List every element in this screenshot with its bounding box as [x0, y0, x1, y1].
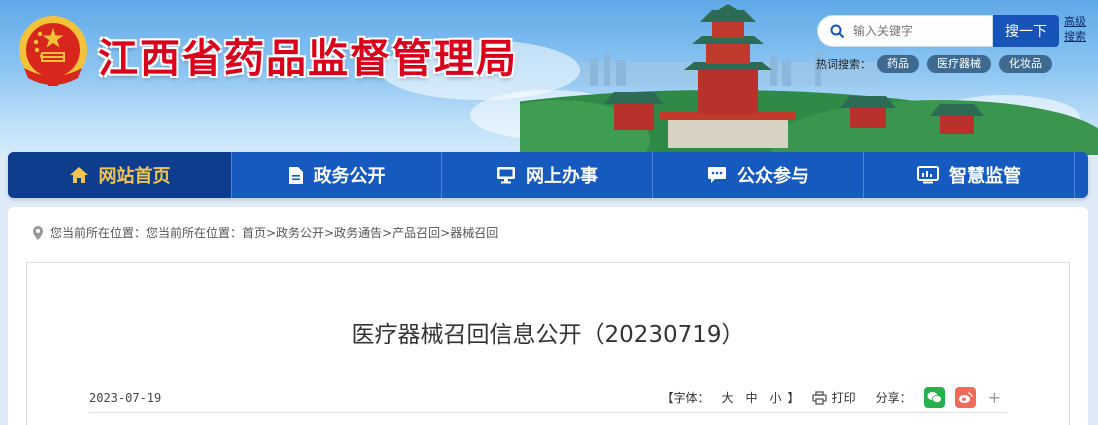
home-icon [69, 167, 88, 183]
publish-date: 2023-07-19 [89, 390, 162, 405]
nav-item-home[interactable]: 网站首页 [8, 152, 232, 198]
font-size-medium-button[interactable]: 中 [746, 389, 758, 406]
article-title: 医疗器械召回信息公开（20230719） [351, 322, 745, 348]
share-label: 分享： [875, 391, 912, 405]
hot-words: 热词搜索： 药品 医疗器械 化妆品 [816, 55, 1060, 73]
location-pin-icon [33, 225, 43, 240]
article-container: 医疗器械召回信息公开（20230719） 2023-07-19 【字体： 大 中… [26, 262, 1070, 425]
font-size-end: 】 [787, 391, 800, 405]
nav-item-label: 政务公开 [313, 166, 386, 187]
hot-word-medical-devices[interactable]: 医疗器械 [927, 55, 991, 73]
nav-item-label: 智慧监管 [949, 166, 1021, 187]
print-label: 打印 [831, 391, 856, 405]
article-tools: 【字体： 大 中 小 】 打印 分享： + [661, 387, 1007, 408]
weibo-share-button[interactable] [954, 387, 976, 408]
nav-item-label: 公众参与 [737, 166, 809, 187]
breadcrumb-text[interactable]: 您当前所在位置：您当前所在位置：首页>政务公开>政务通告>产品召回>器械召回 [50, 224, 498, 241]
nav-item-public-participation[interactable]: 公众参与 [653, 152, 864, 198]
nav-item-label: 网上办事 [526, 166, 598, 187]
main-nav: 网站首页 政务公开 网上办事 公众参与 智慧监管 [8, 152, 1088, 198]
search-icon [830, 24, 845, 38]
hot-word-cosmetics[interactable]: 化妆品 [999, 55, 1052, 73]
font-size-small-button[interactable]: 小 [770, 389, 782, 406]
header-banner: 江西省药品监督管理局 搜一下 高级搜索 [0, 0, 1098, 155]
weibo-icon [958, 392, 973, 403]
document-icon [288, 166, 303, 184]
hot-word-drugs[interactable]: 药品 [877, 55, 919, 73]
search-input[interactable] [853, 24, 983, 38]
nav-item-government-affairs[interactable]: 政务公开 [232, 152, 442, 198]
nav-item-label: 网站首页 [98, 166, 171, 187]
print-button[interactable]: 打印 [811, 389, 862, 406]
font-size-large-button[interactable]: 大 [722, 389, 734, 406]
nav-item-online-services[interactable]: 网上办事 [442, 152, 653, 198]
site-title[interactable]: 江西省药品监督管理局 [98, 26, 518, 84]
national-emblem-logo [19, 16, 87, 86]
font-size-label: 【字体： [661, 391, 710, 405]
content-panel: 您当前所在位置：您当前所在位置：首页>政务公开>政务通告>产品召回>器械召回 医… [8, 207, 1088, 425]
printer-icon [811, 390, 827, 405]
article-meta: 2023-07-19 【字体： 大 中 小 】 打印 分享： + [89, 383, 1007, 413]
search-box[interactable] [817, 15, 993, 47]
search-button[interactable]: 搜一下 [993, 15, 1059, 47]
nav-item-smart-supervision[interactable]: 智慧监管 [864, 152, 1075, 198]
more-share-button[interactable]: + [988, 388, 1001, 407]
breadcrumb: 您当前所在位置：您当前所在位置：首页>政务公开>政务通告>产品召回>器械召回 [32, 224, 498, 241]
advanced-search-link[interactable]: 高级搜索 [1064, 14, 1092, 44]
dashboard-icon [917, 166, 939, 184]
hot-words-label: 热词搜索： [816, 58, 871, 71]
monitor-icon [497, 167, 515, 184]
wechat-icon [927, 392, 942, 403]
chat-icon [708, 167, 726, 183]
wechat-share-button[interactable] [923, 387, 945, 408]
